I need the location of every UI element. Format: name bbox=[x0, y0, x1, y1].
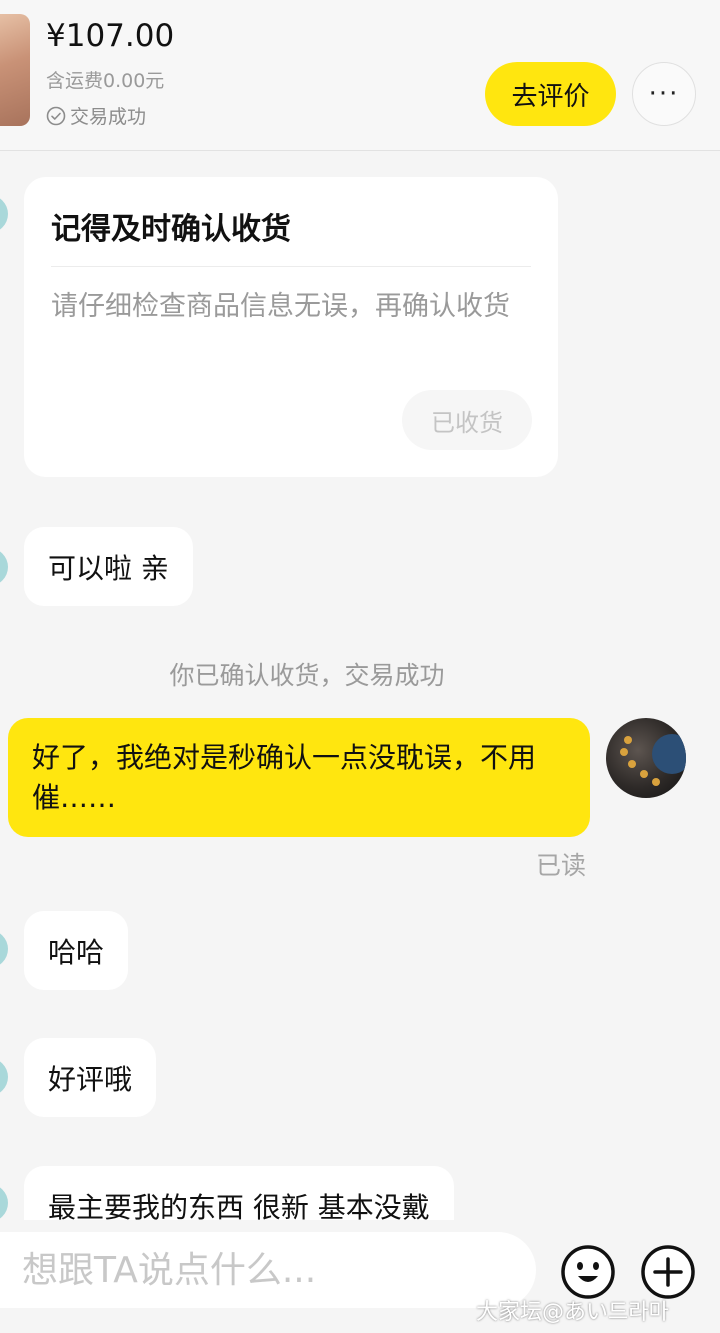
seller-avatar[interactable] bbox=[0, 548, 8, 586]
order-header: ¥107.00 含运费0.00元 交易成功 去评价 ··· bbox=[0, 0, 720, 151]
message-bubble: 好评哦 bbox=[24, 1038, 157, 1117]
my-message-bubble: 好了，我绝对是秒确认一点没耽误，不用催…… bbox=[8, 718, 590, 837]
seller-avatar[interactable] bbox=[0, 1184, 8, 1222]
confirm-receipt-card: 记得及时确认收货 请仔细检查商品信息无误，再确认收货 已收货 bbox=[24, 177, 558, 477]
check-circle-icon bbox=[46, 106, 66, 126]
my-avatar[interactable] bbox=[606, 718, 686, 798]
order-price: ¥107.00 bbox=[46, 18, 175, 54]
watermark: 大家坛@あい드라마 bbox=[476, 1300, 669, 1325]
message-bubble: 可以啦 亲 bbox=[24, 527, 193, 606]
order-status: 交易成功 bbox=[46, 102, 146, 129]
seller-avatar[interactable] bbox=[0, 930, 8, 968]
more-icon: ··· bbox=[648, 79, 680, 109]
shipping-fee: 含运费0.00元 bbox=[46, 70, 165, 92]
more-options-button[interactable]: ··· bbox=[632, 62, 696, 126]
read-receipt: 已读 bbox=[536, 851, 587, 880]
card-body: 请仔细检查商品信息无误，再确认收货 bbox=[51, 291, 510, 322]
order-status-label: 交易成功 bbox=[70, 106, 147, 128]
card-title: 记得及时确认收货 bbox=[51, 212, 291, 247]
message-input[interactable] bbox=[0, 1232, 536, 1308]
system-message: 你已确认收货，交易成功 bbox=[169, 661, 445, 690]
message-bubble: 哈哈 bbox=[24, 911, 129, 990]
seller-avatar[interactable] bbox=[0, 195, 8, 233]
seller-avatar[interactable] bbox=[0, 1058, 8, 1096]
emoji-icon[interactable] bbox=[560, 1244, 616, 1300]
write-review-button[interactable]: 去评价 bbox=[485, 62, 616, 126]
plus-circle-icon[interactable] bbox=[640, 1244, 696, 1300]
product-thumbnail[interactable] bbox=[0, 14, 30, 126]
card-divider bbox=[51, 266, 531, 267]
received-button: 已收货 bbox=[402, 390, 532, 450]
